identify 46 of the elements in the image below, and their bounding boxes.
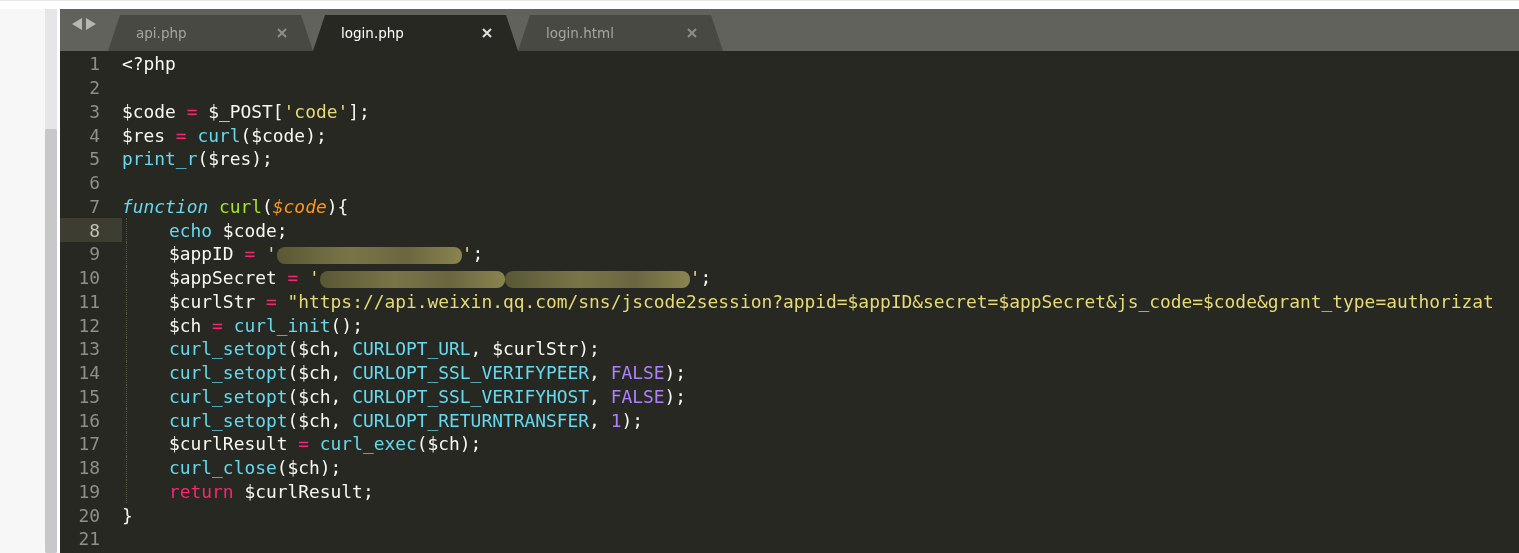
code-line: $appID = ' '; bbox=[169, 243, 484, 265]
tab[interactable]: login.html bbox=[518, 15, 723, 51]
code-line: curl_setopt($ch, CURLOPT_RETURNTRANSFER, 1); bbox=[169, 409, 643, 431]
line-number: 9 bbox=[89, 243, 100, 265]
line-number: 15 bbox=[78, 385, 100, 407]
code-line: curl_close($ch); bbox=[169, 457, 342, 479]
code-editor[interactable] bbox=[60, 51, 1519, 553]
line-number: 5 bbox=[89, 148, 100, 170]
code-line: curl_setopt($ch, CURLOPT_SSL_VERIFYHOST, FALSE); bbox=[169, 385, 687, 407]
line-number: 8 bbox=[89, 219, 100, 241]
line-number: 21 bbox=[78, 528, 100, 550]
line-number: 18 bbox=[78, 457, 100, 479]
forward-icon[interactable] bbox=[86, 18, 96, 30]
line-number: 3 bbox=[89, 100, 100, 122]
line-number: 1 bbox=[89, 53, 100, 75]
line-number: 13 bbox=[78, 338, 100, 360]
line-number: 19 bbox=[78, 480, 100, 502]
code-line: curl_setopt($ch, CURLOPT_SSL_VERIFYPEER, FALSE); bbox=[169, 362, 687, 384]
line-number: 16 bbox=[78, 409, 100, 431]
tab[interactable]: login.php bbox=[313, 15, 518, 51]
line-number: 7 bbox=[89, 195, 100, 217]
line-number: 17 bbox=[78, 433, 100, 455]
back-icon[interactable] bbox=[72, 18, 82, 30]
line-number: 6 bbox=[89, 172, 100, 194]
tab[interactable]: api.php bbox=[108, 15, 313, 51]
code-line: } bbox=[122, 504, 133, 526]
line-number: 4 bbox=[89, 124, 100, 146]
line-number: 11 bbox=[78, 290, 100, 312]
line-number: 12 bbox=[78, 314, 100, 336]
line-number: 2 bbox=[89, 77, 100, 99]
code-line: $ch = curl_init(); bbox=[169, 314, 363, 336]
code-line: echo $code; bbox=[169, 219, 288, 241]
code-line: curl_setopt($ch, CURLOPT_URL, $curlStr); bbox=[169, 338, 600, 360]
line-number: 14 bbox=[78, 362, 100, 384]
code-line: $curlResult = curl_exec($ch); bbox=[169, 433, 482, 455]
code-line: <?php bbox=[122, 53, 176, 75]
line-number: 10 bbox=[78, 267, 100, 289]
code-line: return $curlResult; bbox=[169, 480, 374, 502]
code-line: $appSecret = ' '; bbox=[169, 267, 712, 289]
scrollbar[interactable] bbox=[45, 9, 57, 553]
code-line: $res = curl($code); bbox=[122, 124, 327, 146]
code-line: print_r($res); bbox=[122, 148, 273, 170]
code-line: function curl($code){ bbox=[122, 195, 349, 217]
line-number: 20 bbox=[78, 504, 100, 526]
code-line: $code = $_POST['code']; bbox=[122, 100, 370, 122]
code-line: $curlStr = "https://api.weixin.qq.com/sns/jscode2session?appid=$appID&secret=$appSecret&js_code=$code&grant_type=authorizat bbox=[169, 290, 1494, 312]
